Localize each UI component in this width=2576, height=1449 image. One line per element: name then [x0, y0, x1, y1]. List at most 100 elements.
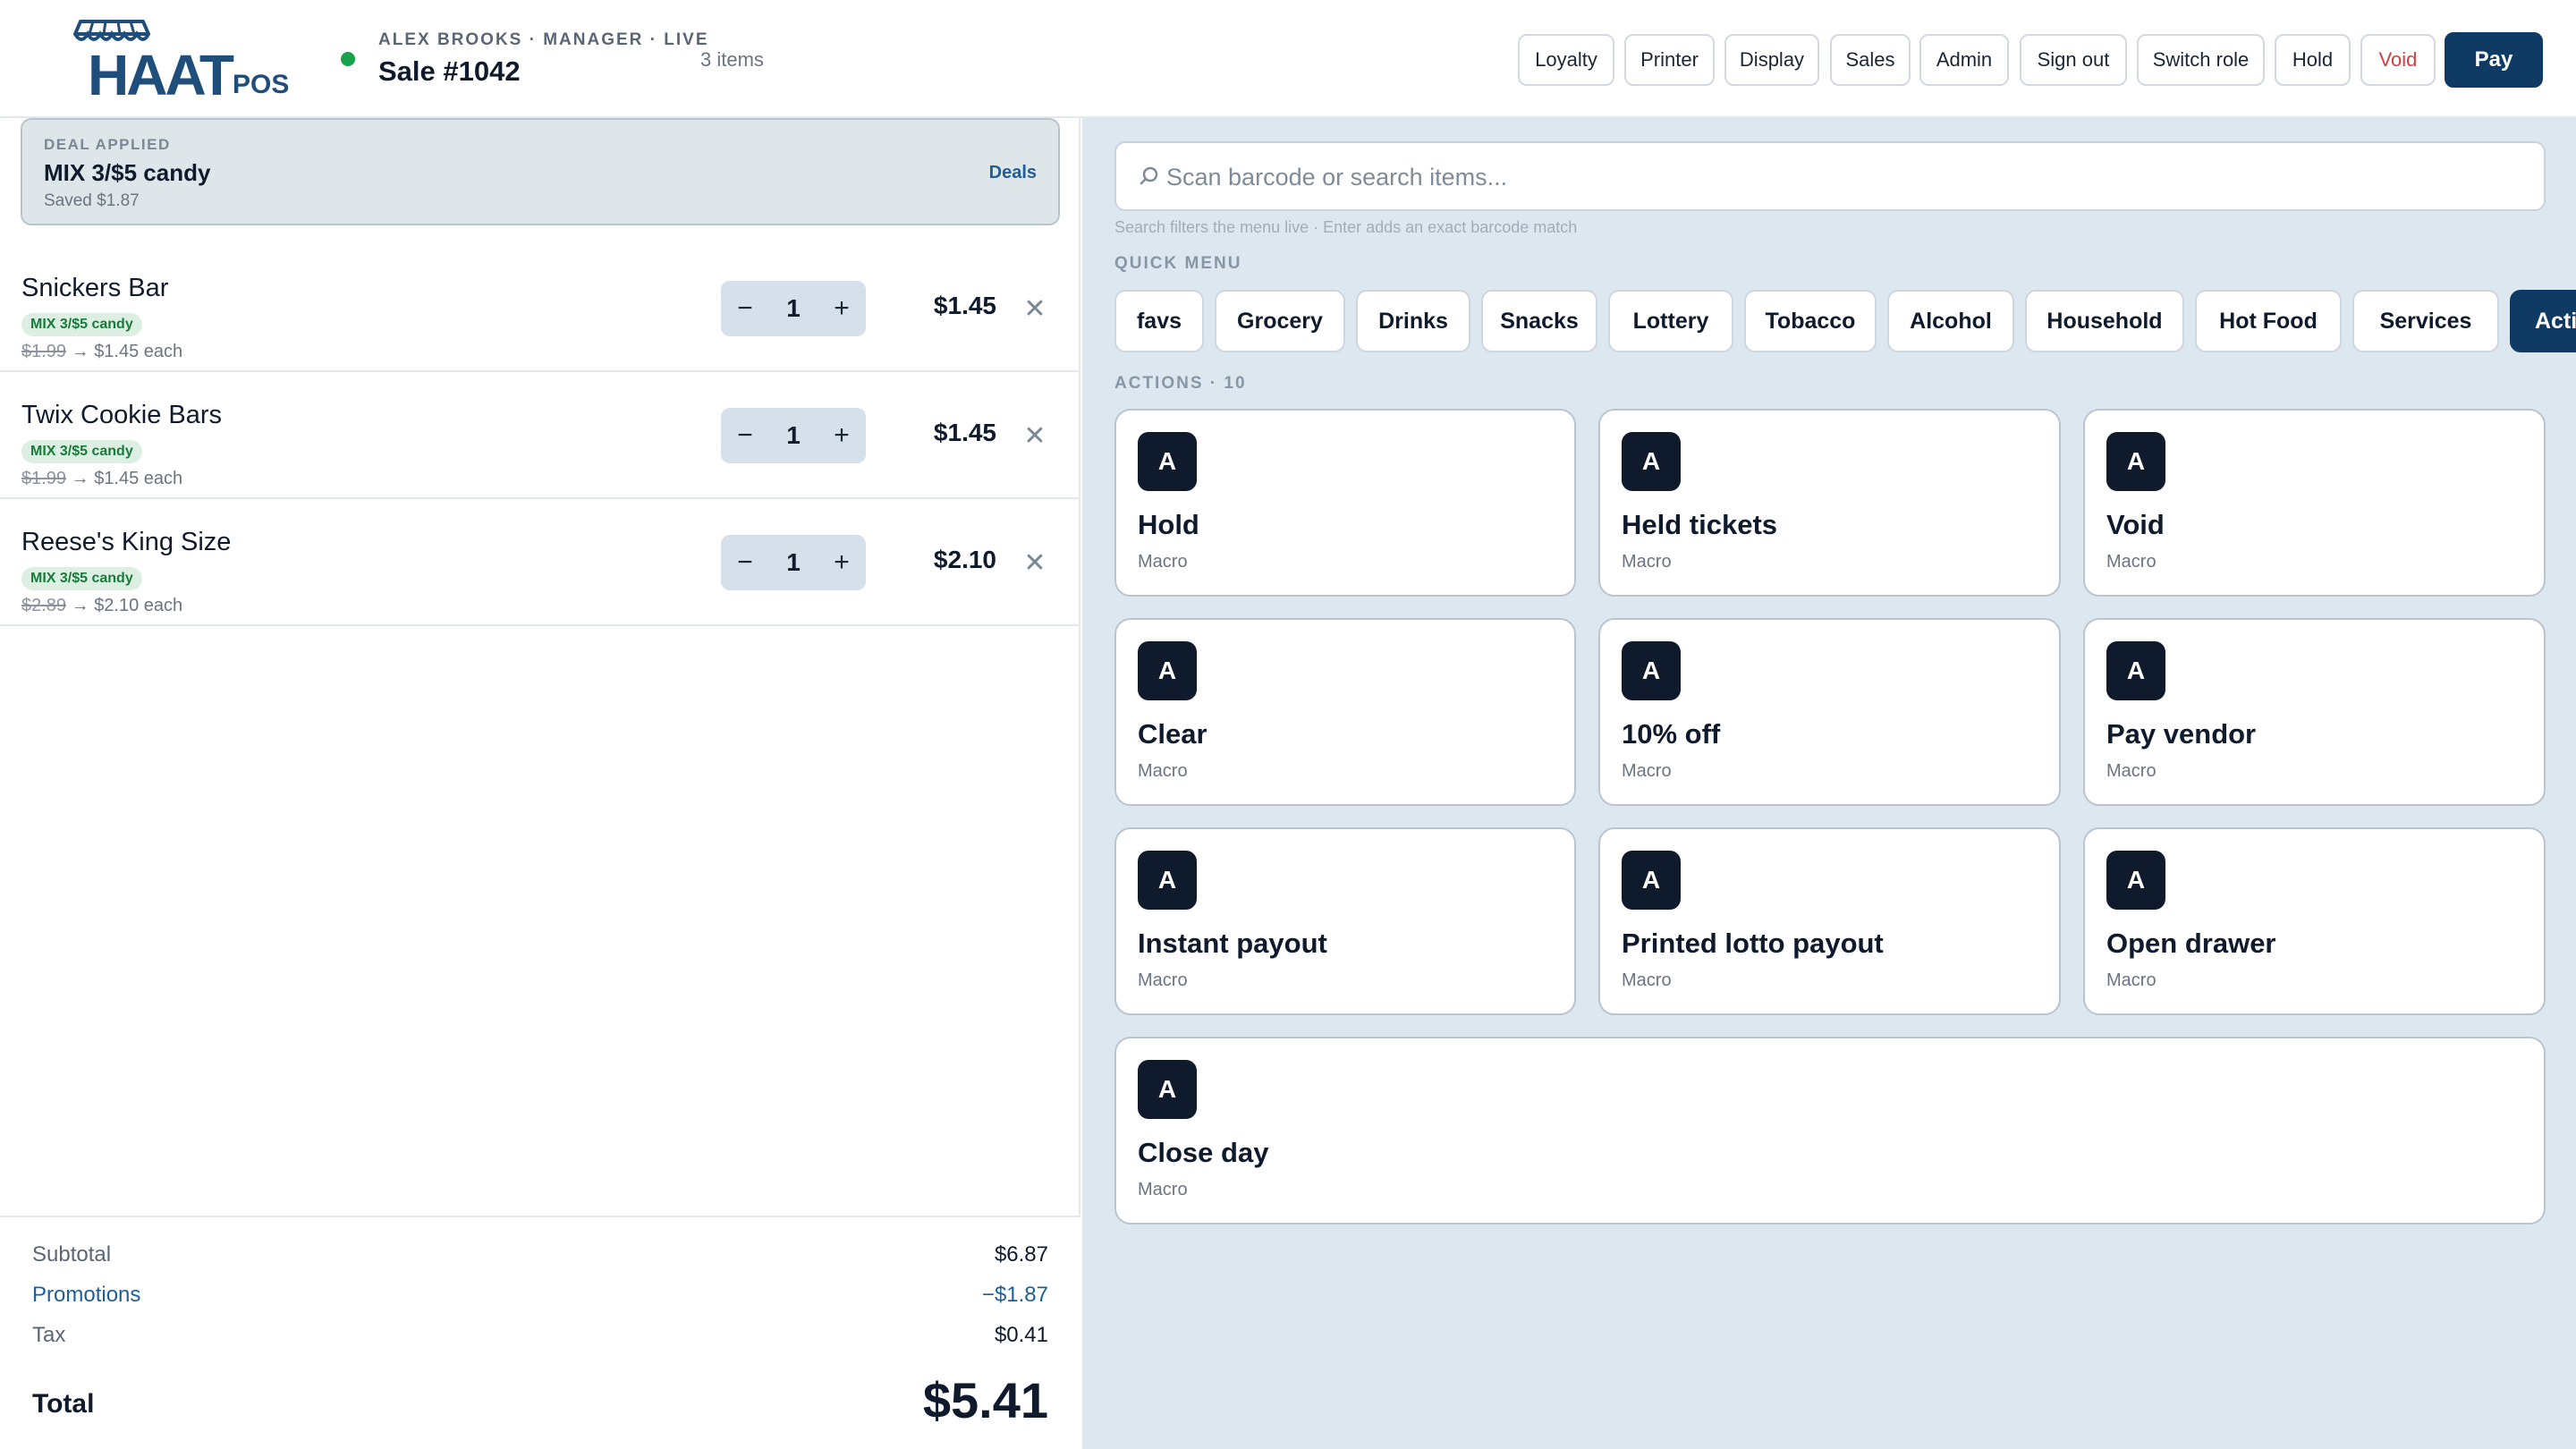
tile-title: Instant payout	[1138, 928, 1327, 959]
original-price: $1.99	[21, 342, 67, 361]
action-tile-hold[interactable]: A Hold Macro	[1114, 409, 1576, 597]
menu-panel: Search filters the menu live · Enter add…	[1082, 118, 2576, 1449]
switch-role-button[interactable]: Switch role	[2137, 34, 2265, 86]
deal-name: MIX 3/$5 candy	[44, 159, 211, 186]
deals-link[interactable]: Deals	[989, 163, 1037, 183]
original-price: $1.99	[21, 469, 67, 488]
price-arrow: →	[71, 342, 89, 361]
quantity-stepper: − 1 +	[721, 281, 866, 336]
operator-meta: ALEX BROOKS · MANAGER · LIVE	[378, 30, 709, 49]
increase-quantity-button[interactable]: +	[818, 535, 866, 590]
item-name: Reese's King Size	[21, 528, 232, 556]
void-button[interactable]: Void	[2360, 34, 2436, 86]
promotions-value: −$1.87	[981, 1283, 1048, 1307]
promotions-row: Promotions −$1.87	[32, 1283, 1048, 1308]
cart-line-item[interactable]: Snickers Bar MIX 3/$5 candy $1.99 → $1.4…	[0, 245, 1080, 372]
quantity-stepper: − 1 +	[721, 408, 866, 463]
macro-icon: A	[1622, 432, 1681, 491]
category-tab-drinks[interactable]: Drinks	[1356, 290, 1470, 352]
tile-subtitle: Macro	[2106, 970, 2157, 990]
action-tile-void[interactable]: A Void Macro	[2083, 409, 2546, 597]
action-tile-printed-lotto-payout[interactable]: A Printed lotto payout Macro	[1598, 827, 2061, 1015]
tile-subtitle: Macro	[1138, 552, 1188, 572]
action-tile-instant-payout[interactable]: A Instant payout Macro	[1114, 827, 1576, 1015]
tile-title: Open drawer	[2106, 928, 2276, 959]
category-tab-tobacco[interactable]: Tobacco	[1744, 290, 1877, 352]
price-arrow: →	[71, 469, 89, 488]
tax-row: Tax $0.41	[32, 1323, 1048, 1348]
original-price: $2.89	[21, 596, 67, 615]
category-tab-hot-food[interactable]: Hot Food	[2195, 290, 2342, 352]
category-tab-alcohol[interactable]: Alcohol	[1887, 290, 2014, 352]
loyalty-button[interactable]: Loyalty	[1518, 34, 1614, 86]
price-arrow: →	[71, 596, 89, 615]
tax-label: Tax	[32, 1323, 66, 1347]
action-tile-pay-vendor[interactable]: A Pay vendor Macro	[2083, 618, 2546, 806]
sales-button[interactable]: Sales	[1830, 34, 1911, 86]
action-tile-open-drawer[interactable]: A Open drawer Macro	[2083, 827, 2546, 1015]
category-tab-grocery[interactable]: Grocery	[1215, 290, 1345, 352]
display-button[interactable]: Display	[1724, 34, 1819, 86]
logo-suffix: POS	[233, 70, 290, 99]
quick-menu-label: QUICK MENU	[1114, 254, 1242, 273]
category-tab-actions[interactable]: Actions	[2510, 290, 2576, 352]
hold-button[interactable]: Hold	[2275, 34, 2351, 86]
remove-item-icon[interactable]: ✕	[1020, 546, 1050, 580]
action-tile-clear[interactable]: A Clear Macro	[1114, 618, 1576, 806]
tile-subtitle: Macro	[1138, 970, 1188, 990]
decrease-quantity-button[interactable]: −	[721, 535, 769, 590]
decrease-quantity-button[interactable]: −	[721, 281, 769, 336]
admin-button[interactable]: Admin	[1919, 34, 2009, 86]
sign-out-button[interactable]: Sign out	[2020, 34, 2127, 86]
pay-button[interactable]: Pay	[2445, 32, 2543, 88]
cart-panel: DEAL APPLIED MIX 3/$5 candy Saved $1.87 …	[0, 118, 1080, 1449]
category-tab-lottery[interactable]: Lottery	[1608, 290, 1733, 352]
quantity-value: 1	[786, 421, 801, 449]
tile-subtitle: Macro	[1622, 970, 1672, 990]
unit-price: $1.99 → $1.45 each	[21, 342, 182, 362]
deal-applied-banner: DEAL APPLIED MIX 3/$5 candy Saved $1.87 …	[21, 118, 1060, 225]
tile-subtitle: Macro	[2106, 552, 2157, 572]
increase-quantity-button[interactable]: +	[818, 281, 866, 336]
cart-line-item[interactable]: Twix Cookie Bars MIX 3/$5 candy $1.99 → …	[0, 372, 1080, 499]
tile-subtitle: Macro	[1622, 761, 1672, 781]
deal-badge: MIX 3/$5 candy	[21, 313, 142, 336]
tile-title: 10% off	[1622, 718, 1721, 750]
actions-count-label: ACTIONS · 10	[1114, 374, 1247, 393]
tile-title: Pay vendor	[2106, 718, 2257, 750]
macro-icon: A	[2106, 432, 2165, 491]
tile-subtitle: Macro	[1622, 552, 1672, 572]
tile-subtitle: Macro	[1138, 1180, 1188, 1199]
deal-badge: MIX 3/$5 candy	[21, 440, 142, 463]
category-tab-household[interactable]: Household	[2025, 290, 2184, 352]
cart-line-item[interactable]: Reese's King Size MIX 3/$5 candy $2.89 →…	[0, 499, 1080, 626]
line-total: $2.10	[933, 546, 996, 573]
action-tile-close-day[interactable]: A Close day Macro	[1114, 1037, 2546, 1224]
unit-price: $2.89 → $2.10 each	[21, 596, 182, 616]
subtotal-row: Subtotal $6.87	[32, 1242, 1048, 1267]
each-price: $1.45 each	[94, 342, 183, 361]
decrease-quantity-button[interactable]: −	[721, 408, 769, 463]
action-tile-held-tickets[interactable]: A Held tickets Macro	[1598, 409, 2061, 597]
category-tab-services[interactable]: Services	[2352, 290, 2499, 352]
remove-item-icon[interactable]: ✕	[1020, 292, 1050, 326]
remove-item-icon[interactable]: ✕	[1020, 419, 1050, 453]
total-label: Total	[32, 1389, 95, 1419]
increase-quantity-button[interactable]: +	[818, 408, 866, 463]
search-box[interactable]	[1114, 141, 2546, 211]
macro-icon: A	[1622, 851, 1681, 910]
category-tab-snacks[interactable]: Snacks	[1481, 290, 1597, 352]
haat-pos-logo: HAAT POS	[72, 16, 304, 106]
item-count: 3 items	[700, 48, 764, 71]
printer-button[interactable]: Printer	[1624, 34, 1715, 86]
subtotal-value: $6.87	[994, 1242, 1048, 1267]
each-price: $2.10 each	[94, 596, 183, 615]
top-bar: HAAT POS ALEX BROOKS · MANAGER · LIVE Sa…	[0, 0, 2576, 118]
category-tab-favs[interactable]: favs	[1114, 290, 1204, 352]
deal-badge: MIX 3/$5 candy	[21, 567, 142, 590]
quantity-stepper: − 1 +	[721, 535, 866, 590]
total-value: $5.41	[922, 1372, 1048, 1428]
action-tile-10-percent-off[interactable]: A 10% off Macro	[1598, 618, 2061, 806]
tile-subtitle: Macro	[1138, 761, 1188, 781]
search-input[interactable]	[1166, 154, 2526, 200]
